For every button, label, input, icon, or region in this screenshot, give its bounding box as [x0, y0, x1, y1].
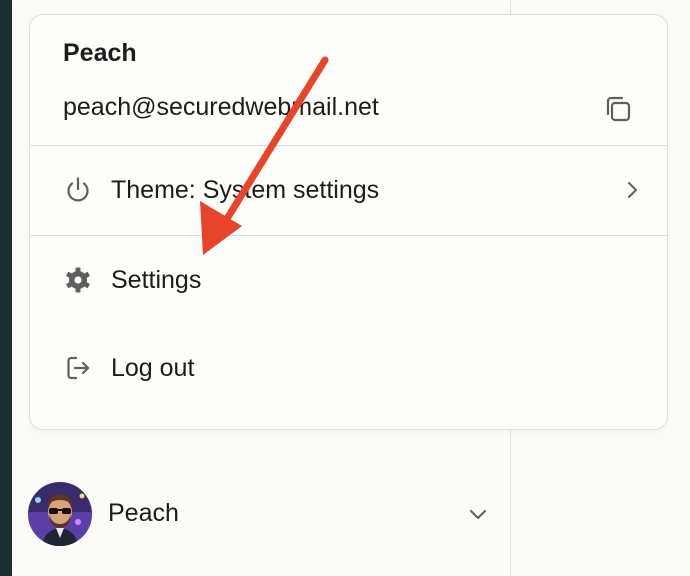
chevron-down-icon: [466, 502, 490, 526]
profile-button[interactable]: Peach: [28, 482, 498, 546]
menu-item-logout[interactable]: Log out: [30, 338, 667, 398]
chevron-right-icon: [622, 180, 642, 200]
menu-item-theme[interactable]: Theme: System settings: [30, 160, 667, 220]
menu-separator: [30, 145, 667, 146]
app-sidebar-edge: [0, 0, 12, 576]
logout-icon: [63, 353, 93, 383]
menu-separator: [30, 235, 667, 236]
power-icon: [63, 175, 93, 205]
menu-item-settings-label: Settings: [111, 265, 202, 294]
gear-icon: [63, 265, 93, 295]
account-menu: Peach peach@securedwebmail.net Theme: Sy…: [29, 14, 668, 430]
profile-name: Peach: [108, 499, 179, 527]
menu-item-theme-label: Theme: System settings: [111, 175, 380, 204]
copy-email-button[interactable]: [600, 91, 636, 127]
account-name: Peach: [63, 39, 137, 67]
copy-icon: [606, 96, 631, 122]
menu-item-settings[interactable]: Settings: [30, 250, 667, 310]
account-email: peach@securedwebmail.net: [63, 93, 379, 121]
avatar: [28, 482, 92, 546]
menu-item-logout-label: Log out: [111, 353, 195, 382]
